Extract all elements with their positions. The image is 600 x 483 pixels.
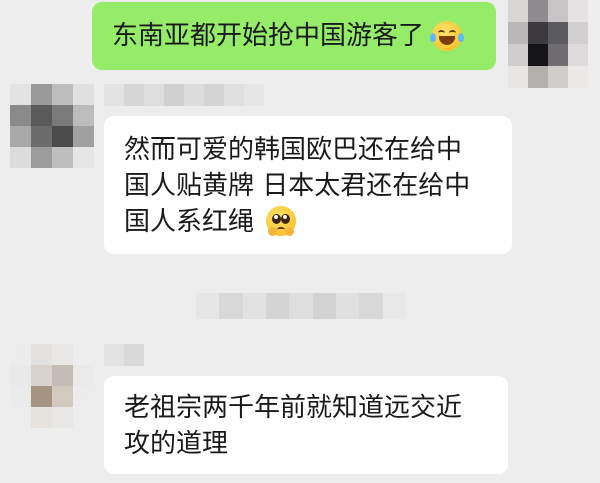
received-message-bubble[interactable]: 老祖宗两千年前就知道远交近 攻的道理 [104, 376, 508, 474]
message-text-line: 然而可爱的韩国欧巴还在给中 [124, 135, 463, 165]
avatar[interactable] [10, 84, 94, 168]
pleading-face-icon [266, 206, 297, 236]
message-text-line: 国人贴黄牌 日本太君还在给中 [124, 171, 471, 201]
message-text-line: 国人系红绳 [124, 204, 512, 240]
sent-message-bubble[interactable]: 东南亚都开始抢中国游客了 [92, 2, 496, 70]
received-message-bubble[interactable]: 然而可爱的韩国欧巴还在给中 国人贴黄牌 日本太君还在给中 国人系红绳 [104, 116, 512, 254]
message-text-line: 老祖宗两千年前就知道远交近 [124, 393, 463, 423]
timestamp [196, 293, 406, 319]
message-text: 国人系红绳 [124, 207, 255, 237]
chat-conversation: 东南亚都开始抢中国游客了 然而可爱的韩国欧巴还在给中 国人贴黄牌 日本太君还在给… [0, 0, 600, 483]
face-with-tears-of-joy-icon [430, 21, 464, 51]
avatar[interactable] [508, 0, 588, 88]
sender-name [104, 84, 264, 106]
avatar[interactable] [10, 344, 94, 428]
message-text-line: 攻的道理 [124, 429, 229, 459]
sender-name [104, 344, 144, 366]
